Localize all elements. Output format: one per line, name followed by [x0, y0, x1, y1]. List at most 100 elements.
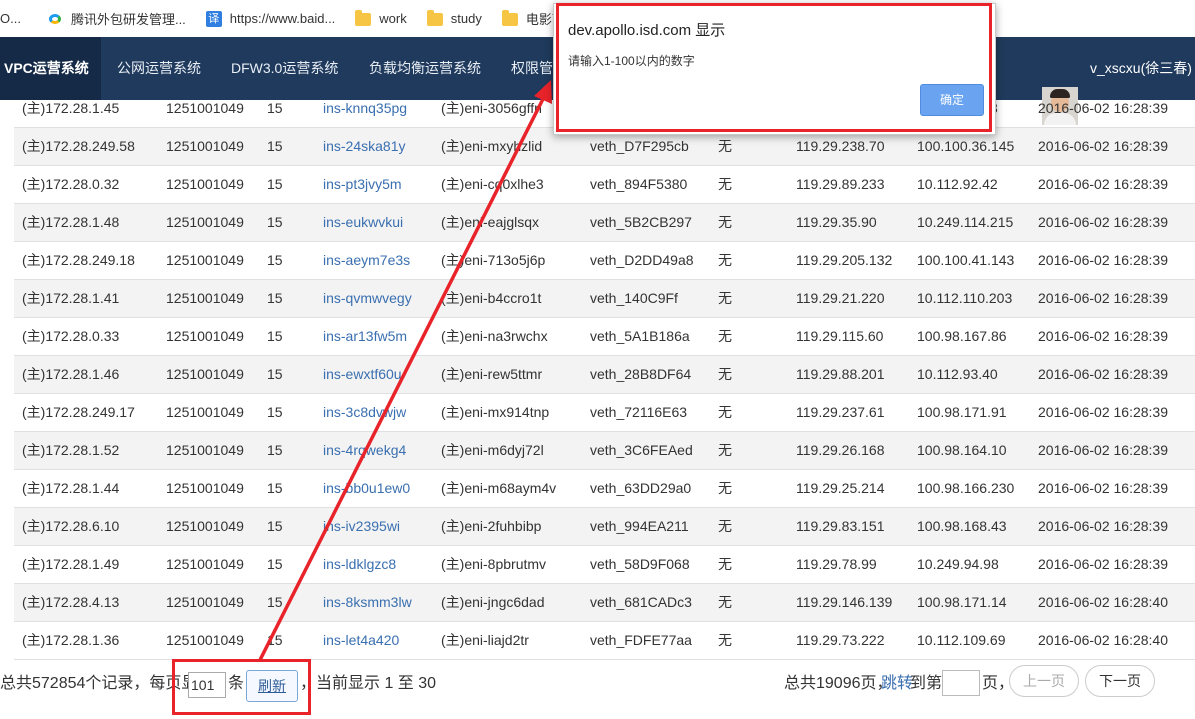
- time-cell: 2016-06-02 16:28:39: [1038, 176, 1168, 192]
- public-ip-cell: 119.29.88.201: [796, 366, 885, 382]
- account-cell: 1251001049: [166, 594, 244, 610]
- bookmark-label: https://www.baid...: [229, 11, 336, 26]
- annotation-box-page-size: [172, 659, 311, 715]
- region-cell: 15: [267, 176, 283, 192]
- public-ip-cell: 119.29.26.168: [796, 442, 885, 458]
- prev-page-button[interactable]: 上一页: [1009, 665, 1079, 697]
- eni-cell: (主)eni-mxyhzlid: [441, 138, 543, 154]
- eni-cell: (主)eni-mx914tnp: [441, 404, 550, 420]
- eni-cell: (主)eni-m6dyj72l: [441, 442, 544, 458]
- instance-link[interactable]: ins-iv2395wi: [323, 508, 400, 545]
- bookmark-folder[interactable]: work: [355, 10, 407, 26]
- time-cell: 2016-06-02 16:28:40: [1038, 594, 1168, 610]
- instance-link[interactable]: ins-pt3jvy5m: [323, 166, 402, 203]
- instance-link[interactable]: ins-8ksmm3lw: [323, 584, 412, 621]
- ip-cell: (主)172.28.249.58: [22, 138, 135, 154]
- instance-link[interactable]: ins-ewxtf60u: [323, 356, 402, 393]
- annotation-box-dialog: [556, 3, 992, 132]
- jump-page-input[interactable]: [942, 670, 980, 696]
- table-row: (主)172.28.1.46 1251001049 15 ins-ewxtf60u (主…: [14, 356, 1195, 394]
- table-row: (主)172.28.1.41 1251001049 15 ins-qvmwvegy (主…: [14, 280, 1195, 318]
- eni-cell: (主)eni-8pbrutmv: [441, 556, 547, 572]
- public-ip-cell: 119.29.73.222: [796, 632, 885, 648]
- instance-link[interactable]: ins-knnq35pg: [323, 90, 407, 127]
- bookmark-item[interactable]: O...: [0, 11, 21, 26]
- account-cell: 1251001049: [166, 176, 244, 192]
- public-ip-cell: 119.29.146.139: [796, 594, 893, 610]
- ip-cell: (主)172.28.1.41: [22, 290, 120, 306]
- region-cell: 15: [267, 252, 283, 268]
- account-cell: 1251001049: [166, 404, 244, 420]
- host-ip-cell: 100.100.41.143: [917, 252, 1015, 268]
- bookmark-folder[interactable]: study: [426, 10, 482, 26]
- instance-link[interactable]: ins-3c8dvwjw: [323, 394, 406, 431]
- time-cell: 2016-06-02 16:28:39: [1038, 366, 1168, 382]
- host-ip-cell: 10.112.92.42: [917, 176, 998, 192]
- showing-range-text: ，当前显示 1 至 30: [300, 675, 437, 692]
- flag-cell: 无: [718, 176, 732, 192]
- tencent-icon: [46, 10, 63, 27]
- folder-icon: [501, 10, 518, 26]
- flag-cell: 无: [718, 632, 732, 648]
- account-cell: 1251001049: [166, 214, 244, 230]
- instance-link[interactable]: ins-ldklgzc8: [323, 546, 396, 583]
- bookmark-label: O...: [0, 11, 21, 26]
- ip-cell: (主)172.28.1.48: [22, 214, 120, 230]
- instance-link[interactable]: ins-4rqwekg4: [323, 432, 406, 469]
- table-row: (主)172.28.1.44 1251001049 15 ins-bb0u1ew0 (主…: [14, 470, 1195, 508]
- account-cell: 1251001049: [166, 366, 244, 382]
- veth-cell: veth_681CADc3: [590, 594, 692, 610]
- ip-cell: (主)172.28.1.52: [22, 442, 120, 458]
- public-ip-cell: 119.29.83.151: [796, 518, 885, 534]
- public-ip-cell: 119.29.35.90: [796, 214, 877, 230]
- region-cell: 15: [267, 594, 283, 610]
- flag-cell: 无: [718, 442, 732, 458]
- host-ip-cell: 10.112.93.40: [917, 366, 998, 382]
- account-cell: 1251001049: [166, 480, 244, 496]
- eni-cell: (主)eni-3056gffn: [441, 100, 542, 116]
- bookmark-item[interactable]: 腾讯外包研发管理...: [46, 9, 186, 28]
- jump-link[interactable]: 跳转: [881, 664, 913, 704]
- veth-cell: veth_72116E63: [590, 404, 688, 420]
- bookmark-label: study: [450, 11, 482, 26]
- instance-link[interactable]: ins-ar13fw5m: [323, 318, 407, 355]
- ip-cell: (主)172.28.249.18: [22, 252, 135, 268]
- host-ip-cell: 10.112.109.69: [917, 632, 1006, 648]
- ip-cell: (主)172.28.1.46: [22, 366, 120, 382]
- veth-cell: veth_D2DD49a8: [590, 252, 694, 268]
- translate-icon: 译: [205, 10, 222, 27]
- instance-link[interactable]: ins-qvmwvegy: [323, 280, 412, 317]
- instance-link[interactable]: ins-let4a420: [323, 622, 399, 659]
- next-page-button[interactable]: 下一页: [1085, 665, 1155, 697]
- instance-link[interactable]: ins-eukwvkui: [323, 204, 403, 241]
- instance-link[interactable]: ins-aeym7e3s: [323, 242, 410, 279]
- eni-cell: (主)eni-rew5ttmr: [441, 366, 543, 382]
- bookmark-item[interactable]: 译 https://www.baid...: [205, 10, 336, 27]
- host-ip-cell: 10.249.94.98: [917, 556, 999, 572]
- instance-link[interactable]: ins-24ska81y: [323, 128, 406, 165]
- host-ip-cell: 100.98.168.43: [917, 518, 1007, 534]
- region-cell: 15: [267, 290, 283, 306]
- flag-cell: 无: [718, 404, 732, 420]
- public-ip-cell: 119.29.205.132: [796, 252, 893, 268]
- public-ip-cell: 119.29.21.220: [796, 290, 885, 306]
- table-row: (主)172.28.0.33 1251001049 15 ins-ar13fw5m (主…: [14, 318, 1195, 356]
- instance-link[interactable]: ins-bb0u1ew0: [323, 470, 410, 507]
- veth-cell: veth_894F5380: [590, 176, 688, 192]
- table-row: (主)172.28.1.52 1251001049 15 ins-4rqwekg4 (主…: [14, 432, 1195, 470]
- account-cell: 1251001049: [166, 252, 244, 268]
- account-cell: 1251001049: [166, 138, 244, 154]
- region-cell: 15: [267, 100, 283, 116]
- table-row: (主)172.28.4.13 1251001049 15 ins-8ksmm3lw (主…: [14, 584, 1195, 622]
- eni-cell: (主)eni-jngc6dad: [441, 594, 545, 610]
- region-cell: 15: [267, 518, 283, 534]
- folder-icon: [355, 10, 372, 26]
- total-pages-text: 总共19096页，: [784, 675, 893, 692]
- time-cell: 2016-06-02 16:28:39: [1038, 404, 1168, 420]
- region-cell: 15: [267, 138, 283, 154]
- folder-icon: [426, 10, 443, 26]
- flag-cell: 无: [718, 328, 732, 344]
- table-row: (主)172.28.249.18 1251001049 15 ins-aeym7e3s…: [14, 242, 1195, 280]
- region-cell: 15: [267, 556, 283, 572]
- public-ip-cell: 119.29.115.60: [796, 328, 884, 344]
